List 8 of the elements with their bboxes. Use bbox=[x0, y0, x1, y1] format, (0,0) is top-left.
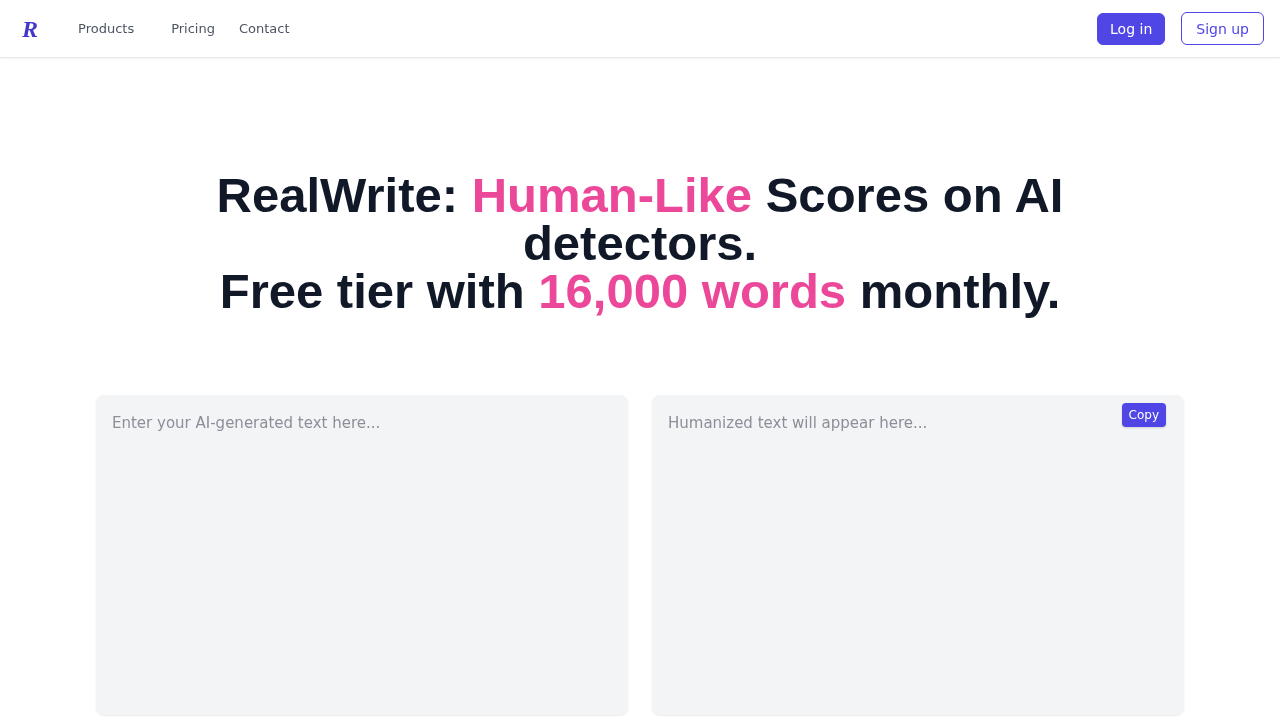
nav-link[interactable]: Products bbox=[78, 21, 135, 36]
signup-button[interactable]: Sign up bbox=[1181, 12, 1264, 45]
input-text-area[interactable]: Enter your AI-generated text here... bbox=[96, 395, 628, 715]
logo[interactable]: R bbox=[22, 16, 38, 41]
nav-link[interactable]: Pricing bbox=[171, 21, 215, 36]
copy-button[interactable]: Copy bbox=[1121, 403, 1166, 427]
nav-link[interactable]: Contact bbox=[239, 21, 290, 36]
login-button[interactable]: Log in bbox=[1097, 12, 1166, 45]
